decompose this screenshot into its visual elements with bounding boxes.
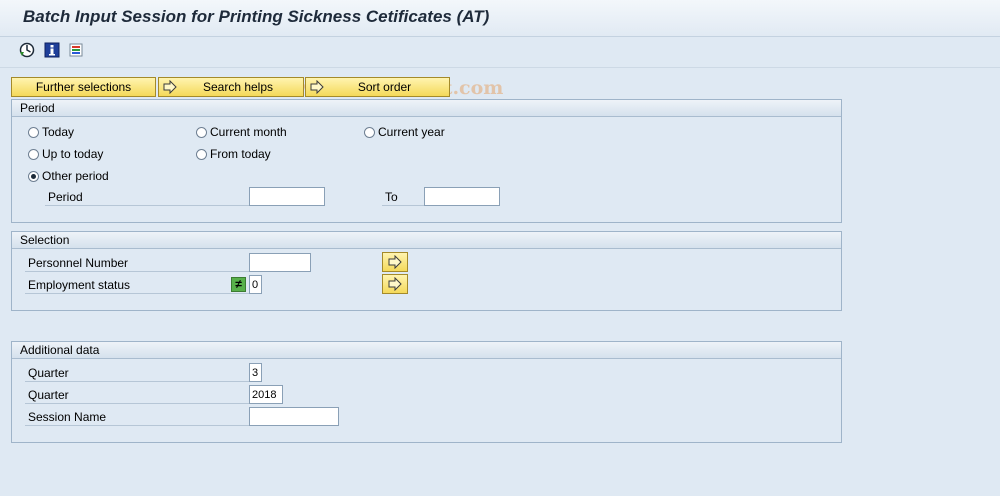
search-helps-button[interactable]: Search helps (158, 77, 304, 97)
radio-other-period[interactable]: Other period (28, 169, 109, 183)
get-variant-icon[interactable] (68, 42, 84, 58)
radio-current-month[interactable]: Current month (196, 125, 287, 139)
period-group-header: Period (12, 100, 841, 117)
additional-data-group-header: Additional data (12, 342, 841, 359)
radio-circle[interactable] (28, 148, 39, 160)
execute-icon[interactable] (19, 42, 35, 58)
arrow-right-icon (388, 277, 402, 291)
session-name-label: Session Name (25, 408, 249, 426)
year-input[interactable] (249, 385, 283, 404)
session-name-input[interactable] (249, 407, 339, 426)
radio-circle[interactable] (364, 126, 375, 138)
further-selections-label: Further selections (35, 80, 132, 94)
personnel-number-label: Personnel Number (25, 254, 249, 272)
search-helps-label: Search helps (202, 80, 274, 94)
period-label: Period (45, 188, 249, 206)
radio-label: Current month (210, 125, 287, 139)
radio-label: Current year (378, 125, 445, 139)
radio-current-year[interactable]: Current year (364, 125, 445, 139)
employment-status-label: Employment status (25, 276, 249, 294)
radio-up-to-today[interactable]: Up to today (28, 147, 103, 161)
radio-today[interactable]: Today (28, 125, 74, 139)
radio-circle[interactable] (196, 126, 207, 138)
quarter-input[interactable] (249, 363, 262, 382)
radio-circle[interactable] (196, 148, 207, 160)
period-to-input[interactable] (424, 187, 500, 206)
multiple-selection-button[interactable] (382, 274, 408, 294)
radio-label: Other period (42, 169, 109, 183)
title-bar: Batch Input Session for Printing Sicknes… (0, 0, 1000, 37)
radio-label: Up to today (42, 147, 104, 161)
radio-label: From today (210, 147, 271, 161)
not-equal-icon[interactable]: ≠ (231, 277, 246, 292)
radio-circle-selected[interactable] (28, 170, 39, 182)
sort-order-button[interactable]: Sort order (305, 77, 450, 97)
selection-group-header: Selection (12, 232, 841, 249)
arrow-right-icon (388, 255, 402, 269)
period-from-input[interactable] (249, 187, 325, 206)
employment-status-input[interactable] (249, 275, 262, 294)
radio-label: Today (42, 125, 75, 139)
application-toolbar: © www.tutorialkart.com (0, 37, 1000, 99)
further-selections-button[interactable]: Further selections (11, 77, 156, 97)
to-label: To (382, 188, 424, 206)
arrow-right-icon (310, 79, 324, 95)
year-label: Quarter (25, 386, 249, 404)
quarter-label: Quarter (25, 364, 249, 382)
radio-from-today[interactable]: From today (196, 147, 271, 161)
page-title: Batch Input Session for Printing Sicknes… (23, 7, 490, 26)
arrow-right-icon (163, 79, 177, 95)
multiple-selection-button[interactable] (382, 252, 408, 272)
sort-order-label: Sort order (357, 80, 412, 94)
personnel-number-input[interactable] (249, 253, 311, 272)
radio-circle[interactable] (28, 126, 39, 138)
information-icon[interactable] (44, 42, 60, 58)
